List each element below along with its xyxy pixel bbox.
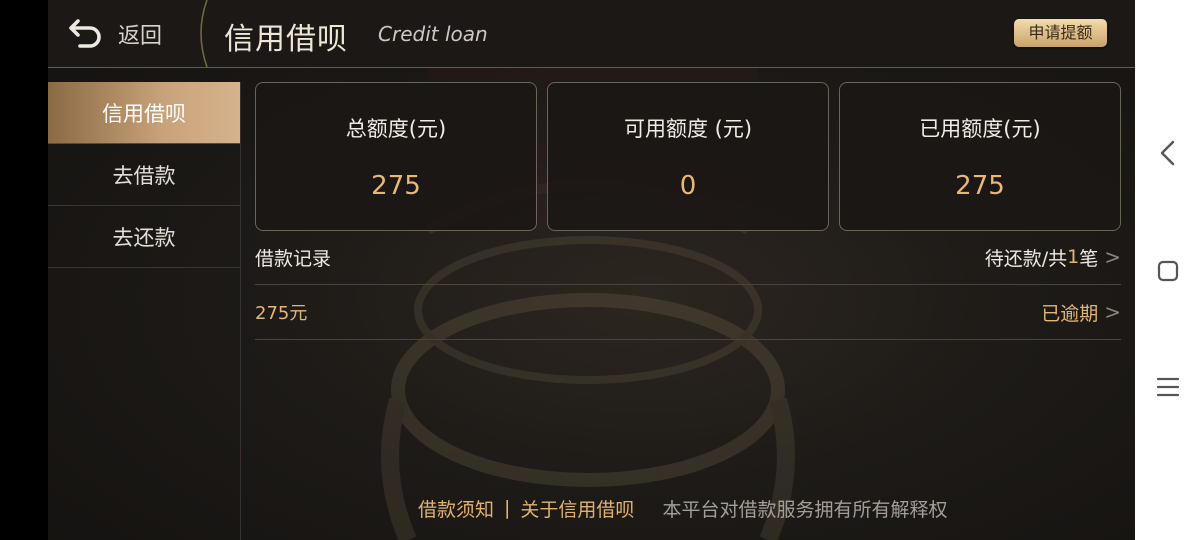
loan-item-row[interactable]: 275元 已逾期 > — [255, 285, 1121, 340]
card-value: 0 — [679, 171, 697, 201]
header-divider — [200, 0, 208, 67]
footer-disclaimer: 本平台对借款服务拥有所有解释权 — [662, 498, 948, 521]
card-value: 275 — [955, 171, 1005, 201]
system-nav-bar — [1135, 0, 1200, 540]
footer: 借款须知 | 关于信用借呗 本平台对借款服务拥有所有解释权 — [418, 494, 947, 522]
chevron-right-icon: > — [1104, 300, 1121, 324]
status-suffix: 笔 — [1079, 247, 1099, 270]
loan-records-row[interactable]: 借款记录 待还款/共 1 笔 > — [255, 230, 1121, 285]
status-prefix: 待还款/共 — [984, 247, 1068, 270]
card-label: 可用额度 (元) — [623, 117, 753, 141]
nav-menu-icon[interactable] — [1135, 376, 1200, 398]
loan-amount: 275元 — [255, 303, 308, 324]
loan-status[interactable]: 已逾期 > — [1041, 299, 1121, 326]
card-value: 275 — [371, 171, 421, 201]
sidebar: 信用借呗 去借款 去还款 — [48, 82, 241, 540]
sidebar-item-label: 信用借呗 — [102, 101, 186, 126]
app-header: 返回 信用借呗 Credit loan 申请提额 — [48, 0, 1135, 68]
loan-records-status[interactable]: 待还款/共 1 笔 > — [985, 244, 1121, 271]
card-label: 总额度(元) — [345, 117, 447, 141]
page-title: 信用借呗 — [224, 22, 348, 57]
used-limit-card: 已用额度(元) 275 — [839, 82, 1121, 231]
app-window: 返回 信用借呗 Credit loan 申请提额 信用借呗 去借款 去还款 总额… — [48, 0, 1135, 540]
loan-notice-link[interactable]: 借款须知 — [418, 495, 494, 522]
about-credit-loan-link[interactable]: 关于信用借呗 — [520, 495, 634, 522]
chevron-right-icon: > — [1104, 245, 1121, 269]
left-black-bar — [0, 0, 48, 540]
status-count: 1 — [1067, 246, 1080, 268]
available-limit-card: 可用额度 (元) 0 — [547, 82, 829, 231]
back-arrow-icon — [68, 15, 104, 53]
sidebar-item-borrow[interactable]: 去借款 — [48, 144, 240, 206]
nav-back-icon[interactable] — [1135, 140, 1200, 166]
loan-status-label: 已逾期 — [1041, 302, 1099, 325]
back-button[interactable]: 返回 — [68, 15, 193, 53]
card-label: 已用额度(元) — [919, 117, 1041, 141]
sidebar-item-label: 去借款 — [112, 163, 176, 188]
page-subtitle: Credit loan — [378, 22, 488, 46]
nav-home-icon[interactable] — [1135, 259, 1200, 283]
back-label: 返回 — [118, 24, 163, 49]
sidebar-item-repay[interactable]: 去还款 — [48, 206, 240, 268]
apply-increase-button[interactable]: 申请提额 — [1014, 19, 1107, 47]
loan-records-title: 借款记录 — [255, 247, 332, 270]
sidebar-item-credit-loan[interactable]: 信用借呗 — [48, 82, 240, 144]
total-limit-card: 总额度(元) 275 — [255, 82, 537, 231]
sidebar-item-label: 去还款 — [112, 225, 176, 250]
footer-separator: | — [504, 497, 511, 519]
